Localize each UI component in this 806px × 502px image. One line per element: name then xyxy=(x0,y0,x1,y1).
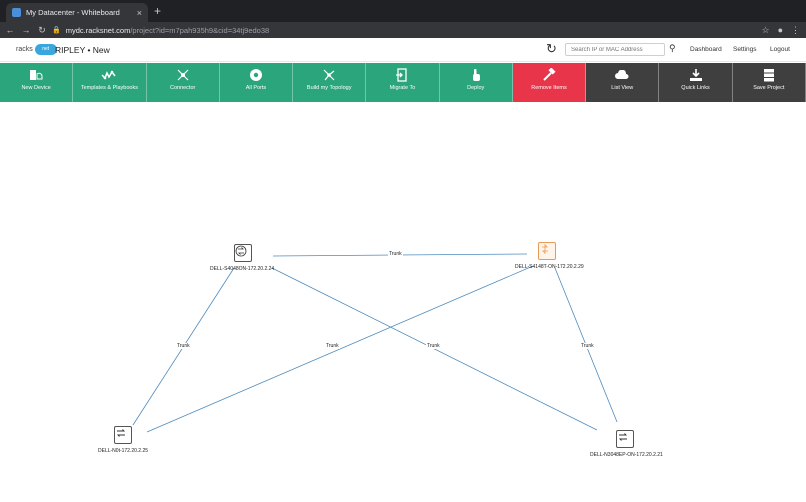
search-input[interactable] xyxy=(565,43,665,56)
connector-button[interactable]: Connector xyxy=(146,63,220,102)
quick-links-button[interactable]: Quick Links xyxy=(659,63,733,102)
node-label: DELL-N0t-172.20.2.25 xyxy=(98,448,149,454)
favicon-icon xyxy=(12,8,21,17)
build-topology-button[interactable]: Build my Topology xyxy=(293,63,367,102)
forward-icon[interactable]: → xyxy=(20,25,32,35)
templates-icon xyxy=(101,68,117,82)
tab-close-icon[interactable]: × xyxy=(137,8,142,18)
switch-icon xyxy=(542,244,548,254)
search-icon[interactable]: ⚲ xyxy=(669,43,676,54)
action-label: List View xyxy=(611,85,634,91)
connector-icon xyxy=(176,68,190,82)
all-ports-icon xyxy=(249,68,263,82)
deploy-button[interactable]: Deploy xyxy=(439,63,513,102)
url-host: mydc.racksnet.com xyxy=(65,25,131,35)
settings-link[interactable]: Settings xyxy=(733,46,757,53)
url-path: /project?id=m7pah935h9&cid=34tj9edo38 xyxy=(130,25,270,35)
back-icon[interactable]: ← xyxy=(4,25,16,35)
node-label: DELL-S4148T-ON-172.20.2.29 xyxy=(515,264,584,270)
profile-icon[interactable]: ● xyxy=(778,25,783,35)
cloud-logo-icon: net xyxy=(34,44,57,55)
list-view-button[interactable]: List View xyxy=(586,63,660,102)
action-toolbar: New Device Templates & Playbooks Connect… xyxy=(0,63,806,102)
switch-node[interactable] xyxy=(234,244,252,262)
action-label: All Ports xyxy=(245,85,267,91)
project-title: RIPLEY • New xyxy=(55,45,110,55)
switch-icon xyxy=(116,429,126,437)
dashboard-link[interactable]: Dashboard xyxy=(690,46,722,53)
browser-tabstrip: My Datacenter - Whiteboard × + xyxy=(0,0,806,22)
reload-icon[interactable]: ↻ xyxy=(36,25,48,36)
link-label: Trunk xyxy=(176,343,191,349)
server-icon xyxy=(763,68,775,82)
browser-toolbar: ← → ↻ 🔒 mydc.racksnet.com /project?id=m7… xyxy=(0,22,806,38)
cloud-icon xyxy=(615,68,629,82)
lock-icon: 🔒 xyxy=(52,27,61,34)
switch-icon xyxy=(618,433,628,441)
node-label: DELL-N3048EP-ON-172.20.2.21 xyxy=(590,452,663,458)
all-ports-button[interactable]: All Ports xyxy=(219,63,294,102)
node-label: DELL-S4048ON-172.20.2.24 xyxy=(210,266,275,272)
address-bar[interactable]: 🔒 mydc.racksnet.com /project?id=m7pah935… xyxy=(52,24,746,36)
link-line[interactable] xyxy=(271,267,598,431)
action-label: Build my Topology xyxy=(306,85,352,91)
link-label: Trunk xyxy=(426,343,441,349)
tab-title: My Datacenter - Whiteboard xyxy=(26,8,120,17)
action-label: Remove Items xyxy=(531,85,567,91)
switch-node[interactable] xyxy=(114,426,132,444)
link-label: Trunk xyxy=(580,343,595,349)
remove-items-button[interactable]: Remove Items xyxy=(512,63,587,102)
action-label: New Device xyxy=(21,85,51,91)
browser-tab[interactable]: My Datacenter - Whiteboard × xyxy=(6,3,148,22)
star-icon[interactable]: ☆ xyxy=(761,25,769,36)
topology-icon xyxy=(321,68,337,82)
action-label: Save Project xyxy=(753,85,785,91)
switch-node[interactable] xyxy=(616,430,634,448)
action-label: Deploy xyxy=(467,85,485,91)
action-label: Quick Links xyxy=(681,85,710,91)
new-tab-button[interactable]: + xyxy=(154,4,161,18)
link-label: Trunk xyxy=(325,343,340,349)
new-device-button[interactable]: New Device xyxy=(0,63,74,102)
templates-playbooks-button[interactable]: Templates & Playbooks xyxy=(73,63,147,102)
migrate-to-button[interactable]: Migrate To xyxy=(366,63,440,102)
link-label: Trunk xyxy=(388,251,403,257)
download-icon xyxy=(689,68,703,82)
switch-node[interactable] xyxy=(538,242,556,260)
remove-icon xyxy=(542,68,556,82)
menu-icon[interactable]: ⋮ xyxy=(791,25,800,36)
switch-icon xyxy=(235,245,247,257)
save-project-button[interactable]: Save Project xyxy=(732,63,806,102)
logo[interactable]: racks net xyxy=(16,44,57,55)
logout-link[interactable]: Logout xyxy=(770,46,790,53)
migrate-icon xyxy=(396,68,408,82)
action-label: Migrate To xyxy=(389,85,416,91)
app-header: racks net RIPLEY • New ↻ ⚲ Dashboard Set… xyxy=(0,38,806,62)
new-device-icon xyxy=(29,68,43,82)
whiteboard-canvas[interactable]: DELL-S4048ON-172.20.2.24 DELL-S4148T-ON-… xyxy=(0,102,806,502)
refresh-icon[interactable]: ↻ xyxy=(546,41,557,57)
logo-text: racks xyxy=(16,46,33,53)
deploy-icon xyxy=(471,68,481,82)
action-label: Connector xyxy=(169,85,196,91)
link-line[interactable] xyxy=(146,265,534,433)
action-label: Templates & Playbooks xyxy=(80,85,138,91)
